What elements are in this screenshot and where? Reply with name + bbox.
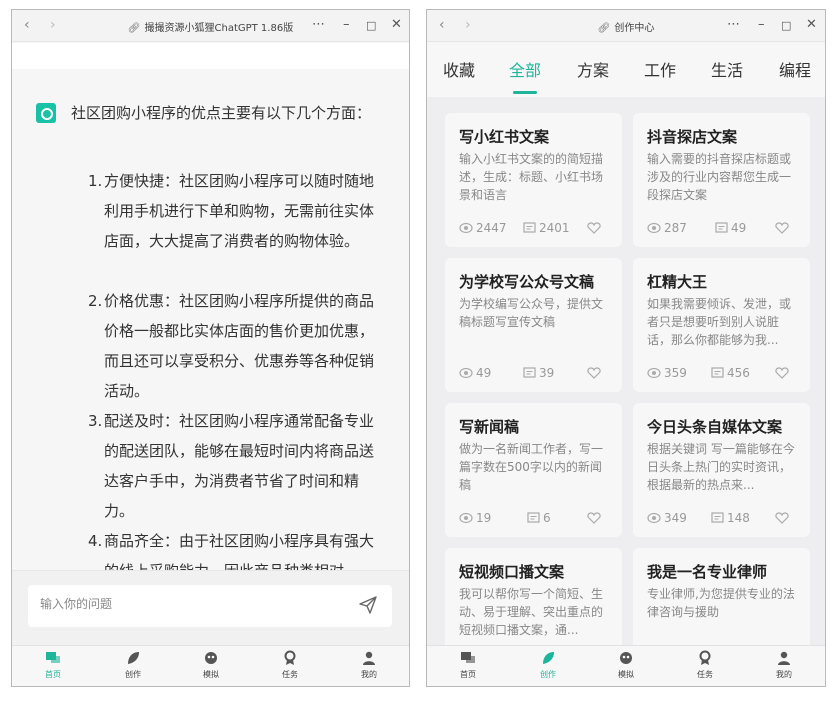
list-item: 1. 方便快捷：社区团购小程序可以随时随地利用手机进行下单和购物，无需前往实体店… <box>88 172 375 250</box>
leaf-icon <box>128 652 139 664</box>
more-icon[interactable]: ⋯ <box>312 17 325 32</box>
link-icon: 🔗︎ <box>597 23 611 34</box>
tab-plans[interactable]: 方案 <box>577 57 609 81</box>
eye-icon <box>459 222 473 234</box>
tab-all[interactable]: 全部 <box>509 57 541 81</box>
comment-icon <box>527 512 540 523</box>
tab-create[interactable]: 创作 <box>98 650 168 680</box>
template-card[interactable]: 为学校写公众号文稿 为学校编写公众号，提供文稿标题写宣传文稿 49 39 <box>445 258 622 392</box>
tab-mine[interactable]: 我的 <box>334 650 404 680</box>
heart-icon[interactable] <box>587 512 601 524</box>
heart-icon[interactable] <box>775 222 789 234</box>
comment-icon <box>711 367 724 378</box>
user-icon <box>778 651 790 665</box>
comment-icon <box>523 222 536 233</box>
template-card[interactable]: 今日头条自媒体文案 根据关键词 写一篇能够在今日头条上热门的实时资讯，根据最新的… <box>633 403 810 537</box>
title-bar: ‹ › 🔗︎ 创作中心 ⋯ – □ ✕ <box>427 10 825 42</box>
close-icon[interactable]: ✕ <box>806 17 817 32</box>
medal-icon <box>699 650 711 665</box>
eye-icon <box>647 222 661 234</box>
heart-icon[interactable] <box>587 222 601 234</box>
eye-icon <box>459 512 473 524</box>
user-icon <box>363 651 375 665</box>
tab-work[interactable]: 工作 <box>644 57 676 81</box>
chat-icon <box>461 652 475 663</box>
template-card[interactable]: 写新闻稿 做为一名新闻工作者，写一篇字数在500字以内的新闻稿 19 6 <box>445 403 622 537</box>
more-icon[interactable]: ⋯ <box>727 17 740 32</box>
question-input-box[interactable] <box>28 585 392 627</box>
tab-programming[interactable]: 编程 <box>779 57 811 81</box>
tab-mine[interactable]: 我的 <box>749 650 819 680</box>
list-item: 4. 商品齐全：由于社区团购小程序具有强大的线上采购能力，因此商品种类相对 <box>88 532 375 570</box>
tab-create[interactable]: 创作 <box>513 650 583 680</box>
input-bar <box>12 570 409 646</box>
card-grid: 写小红书文案 输入小红书文案的的简短描述，生成：标题、小红书场景和语言 2447… <box>427 97 825 647</box>
link-icon: 🔗︎ <box>127 23 141 34</box>
list-item: 3. 配送及时：社区团购小程序通常配备专业的配送团队，能够在最短时间内将商品送达… <box>88 412 375 520</box>
template-card[interactable]: 写小红书文案 输入小红书文案的的简短描述，生成：标题、小红书场景和语言 2447… <box>445 113 622 247</box>
minimize-icon[interactable]: – <box>758 17 765 32</box>
template-card[interactable]: 短视频口播文案 我可以帮你写一个简短、生动、易于理解、突出重点的短视频口播文案，… <box>445 548 622 647</box>
template-card[interactable]: 我是一名专业律师 专业律师,为您提供专业的法律咨询与援助 <box>633 548 810 647</box>
tab-life[interactable]: 生活 <box>711 57 743 81</box>
window-title: 🔗︎ 创作中心 <box>597 23 655 34</box>
assistant-avatar-icon <box>36 103 56 123</box>
tab-task[interactable]: 任务 <box>670 650 740 680</box>
maximize-icon[interactable]: □ <box>781 19 791 32</box>
comment-icon <box>711 512 724 523</box>
maximize-icon[interactable]: □ <box>366 19 376 32</box>
bottom-tab-bar: 首页 创作 模拟 任务 我的 <box>427 645 825 686</box>
question-input[interactable] <box>40 597 340 611</box>
tab-home[interactable]: 首页 <box>18 650 88 680</box>
message-intro: 社区团购小程序的优点主要有以下几个方面： <box>71 104 372 122</box>
chat-window: ‹ › 🔗︎ 撮撮资源小狐狸ChatGPT 1.86版 ⋯ – □ ✕ 社区团购小… <box>11 9 410 687</box>
mask-icon <box>205 652 217 664</box>
chat-icon <box>46 652 60 663</box>
title-bar: ‹ › 🔗︎ 撮撮资源小狐狸ChatGPT 1.86版 ⋯ – □ ✕ <box>12 10 409 42</box>
list-item: 2. 价格优惠：社区团购小程序所提供的商品价格一般都比实体店面的售价更加优惠，而… <box>88 292 375 400</box>
heart-icon[interactable] <box>775 367 789 379</box>
send-icon[interactable] <box>358 595 378 615</box>
heart-icon[interactable] <box>587 367 601 379</box>
tab-home[interactable]: 首页 <box>433 650 503 680</box>
leaf-icon <box>543 652 554 664</box>
active-tab-indicator <box>513 91 537 94</box>
heart-icon[interactable] <box>775 512 789 524</box>
comment-icon <box>715 222 728 233</box>
category-tabs: 收藏 全部 方案 工作 生活 编程 <box>427 43 825 97</box>
bottom-tab-bar: 首页 创作 模拟 任务 我的 <box>12 645 409 686</box>
comment-icon <box>523 367 536 378</box>
minimize-icon[interactable]: – <box>343 17 350 32</box>
creation-center-window: ‹ › 🔗︎ 创作中心 ⋯ – □ ✕ 收藏 全部 方案 工作 生活 编程 写小红… <box>426 9 826 687</box>
mask-icon <box>620 652 632 664</box>
medal-icon <box>284 650 296 665</box>
template-card[interactable]: 杠精大王 如果我需要倾诉、发泄，或者只是想要听到别人说脏话，那么你都能够为我..… <box>633 258 810 392</box>
close-icon[interactable]: ✕ <box>391 17 402 32</box>
tab-task[interactable]: 任务 <box>255 650 325 680</box>
tab-favorites[interactable]: 收藏 <box>443 57 475 81</box>
eye-icon <box>459 367 473 379</box>
chat-area: 社区团购小程序的优点主要有以下几个方面： 1. 方便快捷：社区团购小程序可以随时… <box>12 43 409 570</box>
eye-icon <box>647 367 661 379</box>
template-card[interactable]: 抖音探店文案 输入需要的抖音探店标题或涉及的行业内容帮您生成一段探店文案 287… <box>633 113 810 247</box>
tab-simulate[interactable]: 模拟 <box>176 650 246 680</box>
eye-icon <box>647 512 661 524</box>
tab-simulate[interactable]: 模拟 <box>591 650 661 680</box>
